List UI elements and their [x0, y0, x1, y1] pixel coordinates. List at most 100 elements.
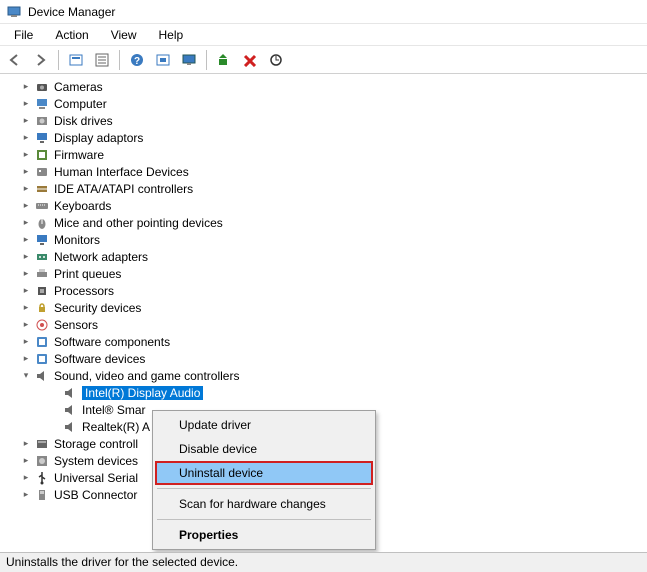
tree-node-label: IDE ATA/ATAPI controllers — [54, 182, 193, 196]
expand-right-icon[interactable]: ▸ — [20, 455, 32, 467]
software-icon — [34, 334, 50, 350]
tree-node[interactable]: ▸ Print queues — [2, 265, 647, 282]
status-text: Uninstalls the driver for the selected d… — [6, 555, 238, 569]
tree-node[interactable]: ▸Software devices — [2, 350, 647, 367]
tree-node-label: Sensors — [54, 318, 98, 332]
scan-hardware-button[interactable] — [265, 49, 287, 71]
tree-node[interactable]: ▸ Keyboards — [2, 197, 647, 214]
expand-right-icon[interactable]: ▸ — [20, 217, 32, 229]
context-separator — [157, 519, 371, 520]
tree-node[interactable]: ▸ Cameras — [2, 78, 647, 95]
tree-node[interactable]: ▸Monitors — [2, 231, 647, 248]
sound-icon — [62, 385, 78, 401]
menu-action[interactable]: Action — [49, 26, 94, 44]
ide-icon — [34, 181, 50, 197]
expand-right-icon[interactable]: ▸ — [20, 268, 32, 280]
print-button[interactable] — [152, 49, 174, 71]
tree-node[interactable]: ▸ Sensors — [2, 316, 647, 333]
app-icon — [6, 4, 22, 20]
status-bar: Uninstalls the driver for the selected d… — [0, 552, 647, 572]
expand-right-icon[interactable]: ▸ — [20, 183, 32, 195]
window-title: Device Manager — [28, 5, 115, 19]
show-hidden-button[interactable] — [65, 49, 87, 71]
tree-child-label: Intel(R) Display Audio — [82, 386, 203, 400]
tree-node[interactable]: ▸ Display adaptors — [2, 129, 647, 146]
tree-node[interactable]: ▸ Firmware — [2, 146, 647, 163]
menu-help[interactable]: Help — [153, 26, 190, 44]
context-properties[interactable]: Properties — [155, 523, 373, 547]
tree-node-label: Processors — [54, 284, 114, 298]
disk-icon — [34, 113, 50, 129]
tree-child-intel-display-audio[interactable]: Intel(R) Display Audio — [2, 384, 647, 401]
tree-node[interactable]: ▸ IDE ATA/ATAPI controllers — [2, 180, 647, 197]
expand-right-icon[interactable]: ▸ — [20, 336, 32, 348]
expand-right-icon[interactable]: ▸ — [20, 149, 32, 161]
tree-node[interactable]: ▸Disk drives — [2, 112, 647, 129]
system-icon — [34, 453, 50, 469]
spacer — [48, 404, 60, 416]
tree-node[interactable]: ▸ Processors — [2, 282, 647, 299]
tree-node[interactable]: ▸ Security devices — [2, 299, 647, 316]
context-update-driver[interactable]: Update driver — [155, 413, 373, 437]
properties-button[interactable] — [91, 49, 113, 71]
tree-node-label: Computer — [54, 97, 107, 111]
camera-icon — [34, 79, 50, 95]
update-driver-button[interactable] — [213, 49, 235, 71]
context-scan-hardware[interactable]: Scan for hardware changes — [155, 492, 373, 516]
expand-right-icon[interactable]: ▸ — [20, 81, 32, 93]
expand-right-icon[interactable]: ▸ — [20, 200, 32, 212]
menu-view[interactable]: View — [105, 26, 143, 44]
context-disable-device[interactable]: Disable device — [155, 437, 373, 461]
monitor-refresh-button[interactable] — [178, 49, 200, 71]
network-icon — [34, 249, 50, 265]
svg-text:?: ? — [134, 56, 140, 67]
back-button[interactable] — [4, 49, 26, 71]
tree-node[interactable]: ▸Software components — [2, 333, 647, 350]
hid-icon — [34, 164, 50, 180]
tree-node-label: Firmware — [54, 148, 104, 162]
tree-child-label: Realtek(R) A — [82, 420, 150, 434]
spacer — [48, 387, 60, 399]
expand-right-icon[interactable]: ▸ — [20, 319, 32, 331]
context-menu: Update driver Disable device Uninstall d… — [152, 410, 376, 550]
expand-right-icon[interactable]: ▸ — [20, 251, 32, 263]
tree-node[interactable]: ▸ Human Interface Devices — [2, 163, 647, 180]
sensor-icon — [34, 317, 50, 333]
expand-down-icon[interactable]: ▾ — [20, 370, 32, 382]
expand-right-icon[interactable]: ▸ — [20, 472, 32, 484]
tree-node-label: Human Interface Devices — [54, 165, 189, 179]
tree-node-label: Keyboards — [54, 199, 111, 213]
software-icon — [34, 351, 50, 367]
expand-right-icon[interactable]: ▸ — [20, 115, 32, 127]
menu-file[interactable]: File — [8, 26, 39, 44]
delete-button[interactable] — [239, 49, 261, 71]
expand-right-icon[interactable]: ▸ — [20, 98, 32, 110]
context-uninstall-device[interactable]: Uninstall device — [155, 461, 373, 485]
expand-right-icon[interactable]: ▸ — [20, 234, 32, 246]
expand-right-icon[interactable]: ▸ — [20, 353, 32, 365]
expand-right-icon[interactable]: ▸ — [20, 285, 32, 297]
expand-right-icon[interactable]: ▸ — [20, 132, 32, 144]
tree-node[interactable]: ▸Network adapters — [2, 248, 647, 265]
tree-node-label: Security devices — [54, 301, 141, 315]
tree-node-label: USB Connector — [54, 488, 137, 502]
expand-right-icon[interactable]: ▸ — [20, 438, 32, 450]
toolbar-separator — [206, 50, 207, 70]
expand-right-icon[interactable]: ▸ — [20, 489, 32, 501]
tree-node[interactable]: ▸Mice and other pointing devices — [2, 214, 647, 231]
toolbar: ? — [0, 46, 647, 74]
cpu-icon — [34, 283, 50, 299]
forward-button[interactable] — [30, 49, 52, 71]
tree-node-label: Cameras — [54, 80, 103, 94]
tree-node-label: Display adaptors — [54, 131, 143, 145]
tree-node-sound[interactable]: ▾ Sound, video and game controllers — [2, 367, 647, 384]
mouse-icon — [34, 215, 50, 231]
title-bar: Device Manager — [0, 0, 647, 24]
usb-icon — [34, 470, 50, 486]
expand-right-icon[interactable]: ▸ — [20, 302, 32, 314]
expand-right-icon[interactable]: ▸ — [20, 166, 32, 178]
help-button[interactable]: ? — [126, 49, 148, 71]
tree-node-label: System devices — [54, 454, 138, 468]
tree-node-label: Print queues — [54, 267, 121, 281]
tree-node[interactable]: ▸ Computer — [2, 95, 647, 112]
